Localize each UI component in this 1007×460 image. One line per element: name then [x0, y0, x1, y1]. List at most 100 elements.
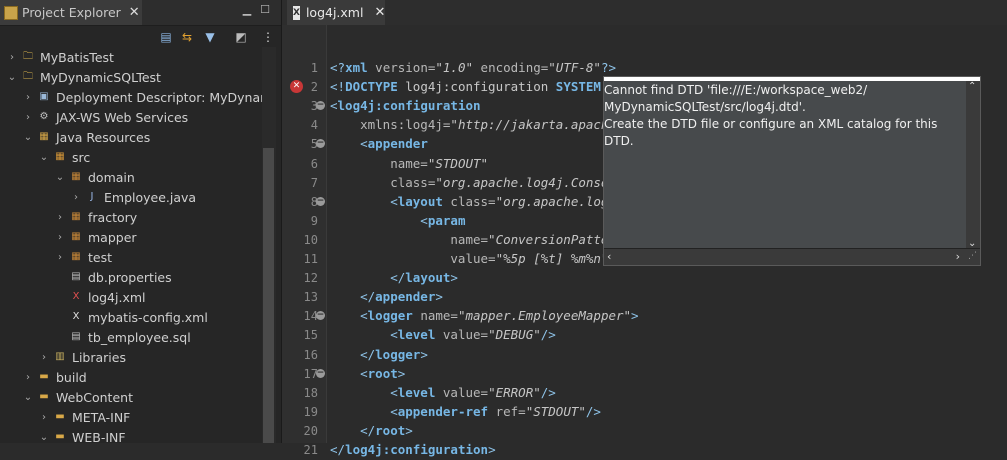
code-token: ref= [488, 403, 526, 419]
tree-item[interactable]: ▤ tb_employee.sql [0, 327, 262, 347]
project-explorer-tabbar: Project Explorer ✕ ▁ ☐ [0, 0, 281, 26]
code-line: <logger name="mapper.EmployeeMapper"> [330, 306, 639, 326]
code-token: > [450, 270, 458, 286]
code-token: </ [330, 442, 346, 457]
hover-horizontal-scrollbar[interactable]: ‹ › ⋰ [604, 248, 980, 265]
code-token: name= [330, 231, 489, 247]
expanded-arrow-icon[interactable]: ⌄ [38, 152, 50, 163]
tree-item[interactable]: › ▬ build [0, 367, 262, 387]
tree-item[interactable]: ⌄ ▦ domain [0, 167, 262, 187]
tree-item[interactable]: ⌄ ▬ WEB-INF [0, 427, 262, 447]
close-tab-icon[interactable]: ✕ [374, 5, 385, 20]
collapsed-arrow-icon[interactable]: › [54, 212, 66, 223]
tree-item[interactable]: ⌄ ▦ src [0, 147, 262, 167]
expanded-arrow-icon[interactable]: ⌄ [6, 72, 18, 83]
line-number: 3 [310, 99, 318, 114]
code-token: </ [330, 422, 376, 438]
expanded-arrow-icon[interactable]: ⌄ [54, 172, 66, 183]
view-menu-icon[interactable]: ⋮ [260, 29, 276, 45]
project-explorer-icon [4, 5, 18, 20]
tree-item[interactable]: › ▦ mapper [0, 227, 262, 247]
collapsed-arrow-icon[interactable]: › [54, 232, 66, 243]
code-line: <param [330, 211, 465, 231]
line-number: 20 [303, 423, 318, 438]
collapsed-arrow-icon[interactable]: › [6, 52, 18, 63]
folder-icon: ▬ [55, 411, 65, 422]
collapsed-arrow-icon[interactable]: › [70, 192, 82, 203]
code-token: < [330, 212, 428, 228]
tree-item[interactable]: ⌄ ▬ WebContent [0, 387, 262, 407]
tree-item-label: Employee.java [104, 189, 197, 205]
tree-item[interactable]: › ⚙ JAX-WS Web Services [0, 107, 262, 127]
code-line: <?xml version="1.0" encoding="UTF-8"?> [330, 58, 616, 78]
collapse-all-icon[interactable]: ▤ [158, 29, 174, 45]
fold-toggle-icon[interactable]: − [316, 368, 325, 378]
project-explorer-tab[interactable]: Project Explorer ✕ [0, 0, 142, 25]
code-token: logger [375, 346, 421, 362]
tree-item[interactable]: ⌄ ▦ Java Resources [0, 127, 262, 147]
fold-toggle-icon[interactable]: − [316, 101, 325, 111]
expanded-arrow-icon[interactable]: ⌄ [22, 132, 34, 143]
code-token: "http://jakarta.apache. [450, 117, 624, 133]
tree-item-label: domain [88, 169, 135, 185]
code-line: <appender-ref ref="STDOUT"/> [330, 402, 601, 422]
code-token: > [631, 308, 639, 324]
expanded-arrow-icon[interactable]: ⌄ [22, 392, 34, 403]
scroll-right-icon[interactable]: › [956, 250, 960, 263]
code-token: </ [330, 270, 406, 286]
collapsed-arrow-icon[interactable]: › [38, 352, 50, 363]
code-line: </log4j:configuration> [330, 440, 496, 460]
maximize-icon[interactable]: ☐ [258, 3, 272, 17]
scroll-up-icon[interactable]: ⌃ [968, 81, 976, 92]
tree-item[interactable]: ⌄ 🗀 MyDynamicSQLTest [0, 67, 262, 87]
tree-item[interactable]: › 🗀 MyBatisTest [0, 47, 262, 67]
fold-toggle-icon[interactable]: − [316, 196, 325, 206]
code-line: <layout class="org.apache.log4 [330, 192, 616, 212]
tree-item[interactable]: › ▣ Deployment Descriptor: MyDynami [0, 87, 262, 107]
tree-item-label: JAX-WS Web Services [56, 109, 189, 125]
tree-item[interactable]: › ▦ test [0, 247, 262, 267]
tree-item-label: Deployment Descriptor: MyDynami [56, 89, 262, 105]
link-with-editor-icon[interactable]: ⇆ [179, 29, 195, 45]
project-tree: › 🗀 MyBatisTest ⌄ 🗀 MyDynamicSQLTest › ▣ Deploym… [0, 47, 262, 447]
collapsed-arrow-icon[interactable]: › [38, 412, 50, 423]
tree-item[interactable]: ▤ db.properties [0, 267, 262, 287]
resize-grip-icon[interactable]: ⋰ [968, 251, 977, 261]
collapsed-arrow-icon[interactable]: › [22, 92, 34, 103]
code-token: xmlns:log4j= [330, 117, 451, 133]
filter-icon[interactable]: ▼ [202, 29, 218, 45]
web-services-icon: ⚙ [39, 111, 49, 122]
close-tab-icon[interactable]: ✕ [129, 5, 140, 20]
tree-item[interactable]: › ▦ fractory [0, 207, 262, 227]
line-number: 2 [310, 80, 318, 95]
code-token: /> [540, 384, 556, 400]
minimize-icon[interactable]: ▁ [240, 3, 254, 17]
code-token: class= [330, 174, 436, 190]
properties-file-icon: ▤ [71, 271, 81, 282]
tree-item[interactable]: Xmybatis-config.xml [0, 307, 262, 327]
fold-toggle-icon[interactable]: − [316, 139, 325, 149]
tree-item[interactable]: Xlog4j.xml [0, 287, 262, 307]
code-token: layout [405, 270, 451, 286]
tree-item-label: Java Resources [56, 129, 151, 145]
explorer-scrollbar-thumb[interactable] [263, 148, 274, 443]
collapsed-arrow-icon[interactable]: › [22, 112, 34, 123]
collapsed-arrow-icon[interactable]: › [54, 252, 66, 263]
tree-item[interactable]: › ▬ META-INF [0, 407, 262, 427]
code-token: value= [435, 384, 489, 400]
tree-item-label: fractory [88, 209, 138, 225]
collapsed-arrow-icon[interactable]: › [22, 372, 34, 383]
fold-toggle-icon[interactable]: − [316, 311, 325, 321]
tree-item-label: test [88, 249, 113, 265]
xml-file-icon: X [293, 5, 300, 20]
tree-item[interactable]: › J Employee.java [0, 187, 262, 207]
tree-item-label: mybatis-config.xml [88, 309, 208, 325]
tree-item-label: META-INF [72, 409, 131, 425]
editor-tab-log4j[interactable]: X log4j.xml ✕ [287, 0, 385, 25]
scroll-left-icon[interactable]: ‹ [607, 250, 611, 263]
expanded-arrow-icon[interactable]: ⌄ [38, 432, 50, 443]
code-line: xmlns:log4j="http://jakarta.apache. [330, 115, 624, 135]
hover-vertical-scrollbar[interactable]: ⌃ ⌄ [966, 81, 980, 249]
focus-icon[interactable]: ◩ [233, 29, 249, 45]
tree-item[interactable]: › ▥ Libraries [0, 347, 262, 367]
